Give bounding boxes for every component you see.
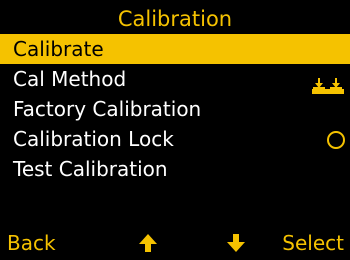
menu-item-test-calibration[interactable]: Test Calibration [0,154,350,184]
menu-item-label: Calibrate [13,37,104,61]
menu-item-label: Test Calibration [13,157,168,181]
scale-weights-icon [312,72,344,94]
softkey-bar: Back Select [0,226,350,260]
menu-item-label: Cal Method [13,67,127,91]
arrow-up-icon[interactable] [137,232,159,254]
menu-item-calibrate[interactable]: Calibrate [0,34,350,64]
screen-title: Calibration [117,7,233,31]
calibration-menu: Calibrate Cal Method Factory Calibration… [0,34,350,184]
menu-item-cal-method[interactable]: Cal Method [0,64,350,94]
menu-item-label: Factory Calibration [13,97,202,121]
menu-item-label: Calibration Lock [13,127,174,151]
menu-item-calibration-lock[interactable]: Calibration Lock [0,124,350,154]
arrow-down-icon[interactable] [225,232,247,254]
back-button[interactable]: Back [7,226,56,260]
toggle-off-circle-icon[interactable] [327,131,345,149]
menu-item-factory-calibration[interactable]: Factory Calibration [0,94,350,124]
select-button[interactable]: Select [282,226,344,260]
